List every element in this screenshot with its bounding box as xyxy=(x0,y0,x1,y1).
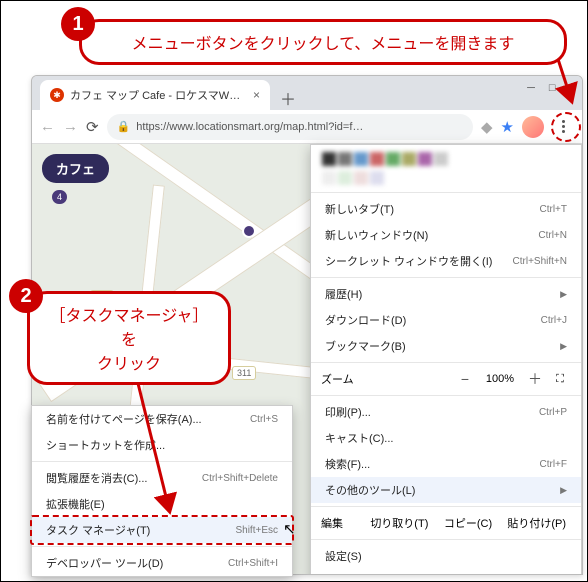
toolbar: ← → ⟳ 🔒 https://www.locationsmart.org/ma… xyxy=(32,110,582,144)
menu-edit-row: 編集 切り取り(T) コピー(C) 貼り付け(P) xyxy=(311,510,581,536)
submenu-create-shortcut[interactable]: ショートカットを作成... xyxy=(32,432,292,458)
menu-new-tab[interactable]: 新しいタブ(T)Ctrl+T xyxy=(311,196,581,222)
chrome-menu: 新しいタブ(T)Ctrl+T 新しいウィンドウ(N)Ctrl+N シークレット … xyxy=(310,144,582,575)
map-marker[interactable] xyxy=(242,224,256,238)
cafe-pill[interactable]: カフェ xyxy=(42,154,109,183)
menu-print[interactable]: 印刷(P)...Ctrl+P xyxy=(311,399,581,425)
lock-icon: 🔒 xyxy=(117,120,131,133)
menu-history[interactable]: 履歴(H)▶ xyxy=(311,281,581,307)
tab-close-button[interactable]: × xyxy=(253,88,260,102)
browser-tab[interactable]: ✱ カフェ マップ Cafe - ロケスマWEB 店 × xyxy=(40,80,270,110)
window-close-button[interactable]: × xyxy=(570,82,576,94)
titlebar: ✱ カフェ マップ Cafe - ロケスマWEB 店 × ＋ ─ □ × xyxy=(32,76,582,110)
reload-button[interactable]: ⟳ xyxy=(86,118,99,136)
submenu-extensions[interactable]: 拡張機能(E) xyxy=(32,491,292,517)
tab-title: カフェ マップ Cafe - ロケスマWEB 店 xyxy=(70,87,247,103)
menu-find[interactable]: 検索(F)...Ctrl+F xyxy=(311,451,581,477)
menu-button[interactable] xyxy=(552,116,574,137)
address-bar[interactable]: 🔒 https://www.locationsmart.org/map.html… xyxy=(107,114,473,140)
menu-new-window[interactable]: 新しいウィンドウ(N)Ctrl+N xyxy=(311,222,581,248)
submenu-dev-tools[interactable]: デベロッパー ツール(D)Ctrl+Shift+I xyxy=(32,550,292,576)
menu-cast[interactable]: キャスト(C)... xyxy=(311,425,581,451)
zoom-in-button[interactable]: ＋ xyxy=(521,369,549,389)
zoom-out-button[interactable]: − xyxy=(451,371,479,387)
submenu-task-manager[interactable]: タスク マネージャ(T)Shift+Esc xyxy=(32,517,292,543)
window-minimize-button[interactable]: ─ xyxy=(527,82,535,94)
submenu-save-page[interactable]: 名前を付けてページを保存(A)...Ctrl+S xyxy=(32,406,292,432)
menu-color-swatches xyxy=(311,145,581,189)
back-button[interactable]: ← xyxy=(40,118,55,135)
callout-1-badge: 1 xyxy=(61,7,95,41)
forward-button[interactable]: → xyxy=(63,118,78,135)
zoom-value: 100% xyxy=(479,373,521,385)
menu-zoom: ズーム − 100% ＋ ⛶ xyxy=(311,366,581,392)
menu-incognito[interactable]: シークレット ウィンドウを開く(I)Ctrl+Shift+N xyxy=(311,248,581,274)
menu-bookmarks[interactable]: ブックマーク(B)▶ xyxy=(311,333,581,359)
callout-2: ［タスクマネージャ］を クリック xyxy=(27,291,231,385)
profile-avatar[interactable] xyxy=(522,116,544,138)
menu-paste[interactable]: 貼り付け(P) xyxy=(502,515,571,531)
callout-1: メニューボタンをクリックして、メニューを開きます xyxy=(79,19,567,65)
road-badge: 311 xyxy=(232,366,256,380)
window-maximize-button[interactable]: □ xyxy=(549,82,556,94)
menu-cut[interactable]: 切り取り(T) xyxy=(365,515,434,531)
fullscreen-button[interactable]: ⛶ xyxy=(549,373,571,386)
menu-downloads[interactable]: ダウンロード(D)Ctrl+J xyxy=(311,307,581,333)
bookmark-star-button[interactable]: ★ xyxy=(501,118,514,136)
more-tools-submenu: 名前を付けてページを保存(A)...Ctrl+S ショートカットを作成... 閲… xyxy=(31,405,293,577)
mouse-cursor-icon: ↖ xyxy=(283,520,296,538)
task-manager-highlight xyxy=(30,515,294,545)
submenu-clear-history[interactable]: 閲覧履歴を消去(C)...Ctrl+Shift+Delete xyxy=(32,465,292,491)
extension-icon[interactable]: ◆ xyxy=(481,118,493,136)
address-url: https://www.locationsmart.org/map.html?i… xyxy=(136,121,363,133)
road-badge: 4 xyxy=(52,190,67,204)
menu-settings[interactable]: 設定(S) xyxy=(311,543,581,569)
menu-help[interactable]: ヘルプ(H)▶ xyxy=(311,569,581,575)
callout-2-badge: 2 xyxy=(9,279,43,313)
tab-favicon-icon: ✱ xyxy=(50,88,64,102)
new-tab-button[interactable]: ＋ xyxy=(270,86,306,110)
menu-more-tools[interactable]: その他のツール(L)▶ xyxy=(311,477,581,503)
menu-copy[interactable]: コピー(C) xyxy=(434,515,503,531)
